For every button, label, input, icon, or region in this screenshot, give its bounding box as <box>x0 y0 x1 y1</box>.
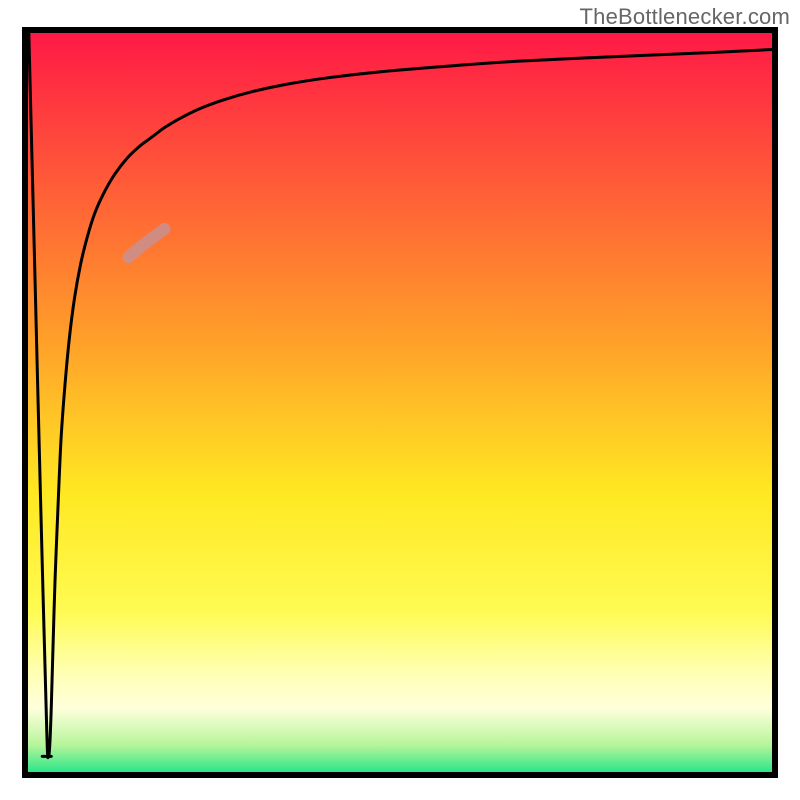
plot-background <box>25 30 775 775</box>
attribution-text: TheBottlenecker.com <box>580 4 790 30</box>
chart-container: TheBottlenecker.com <box>0 0 800 800</box>
chart-svg <box>0 0 800 800</box>
